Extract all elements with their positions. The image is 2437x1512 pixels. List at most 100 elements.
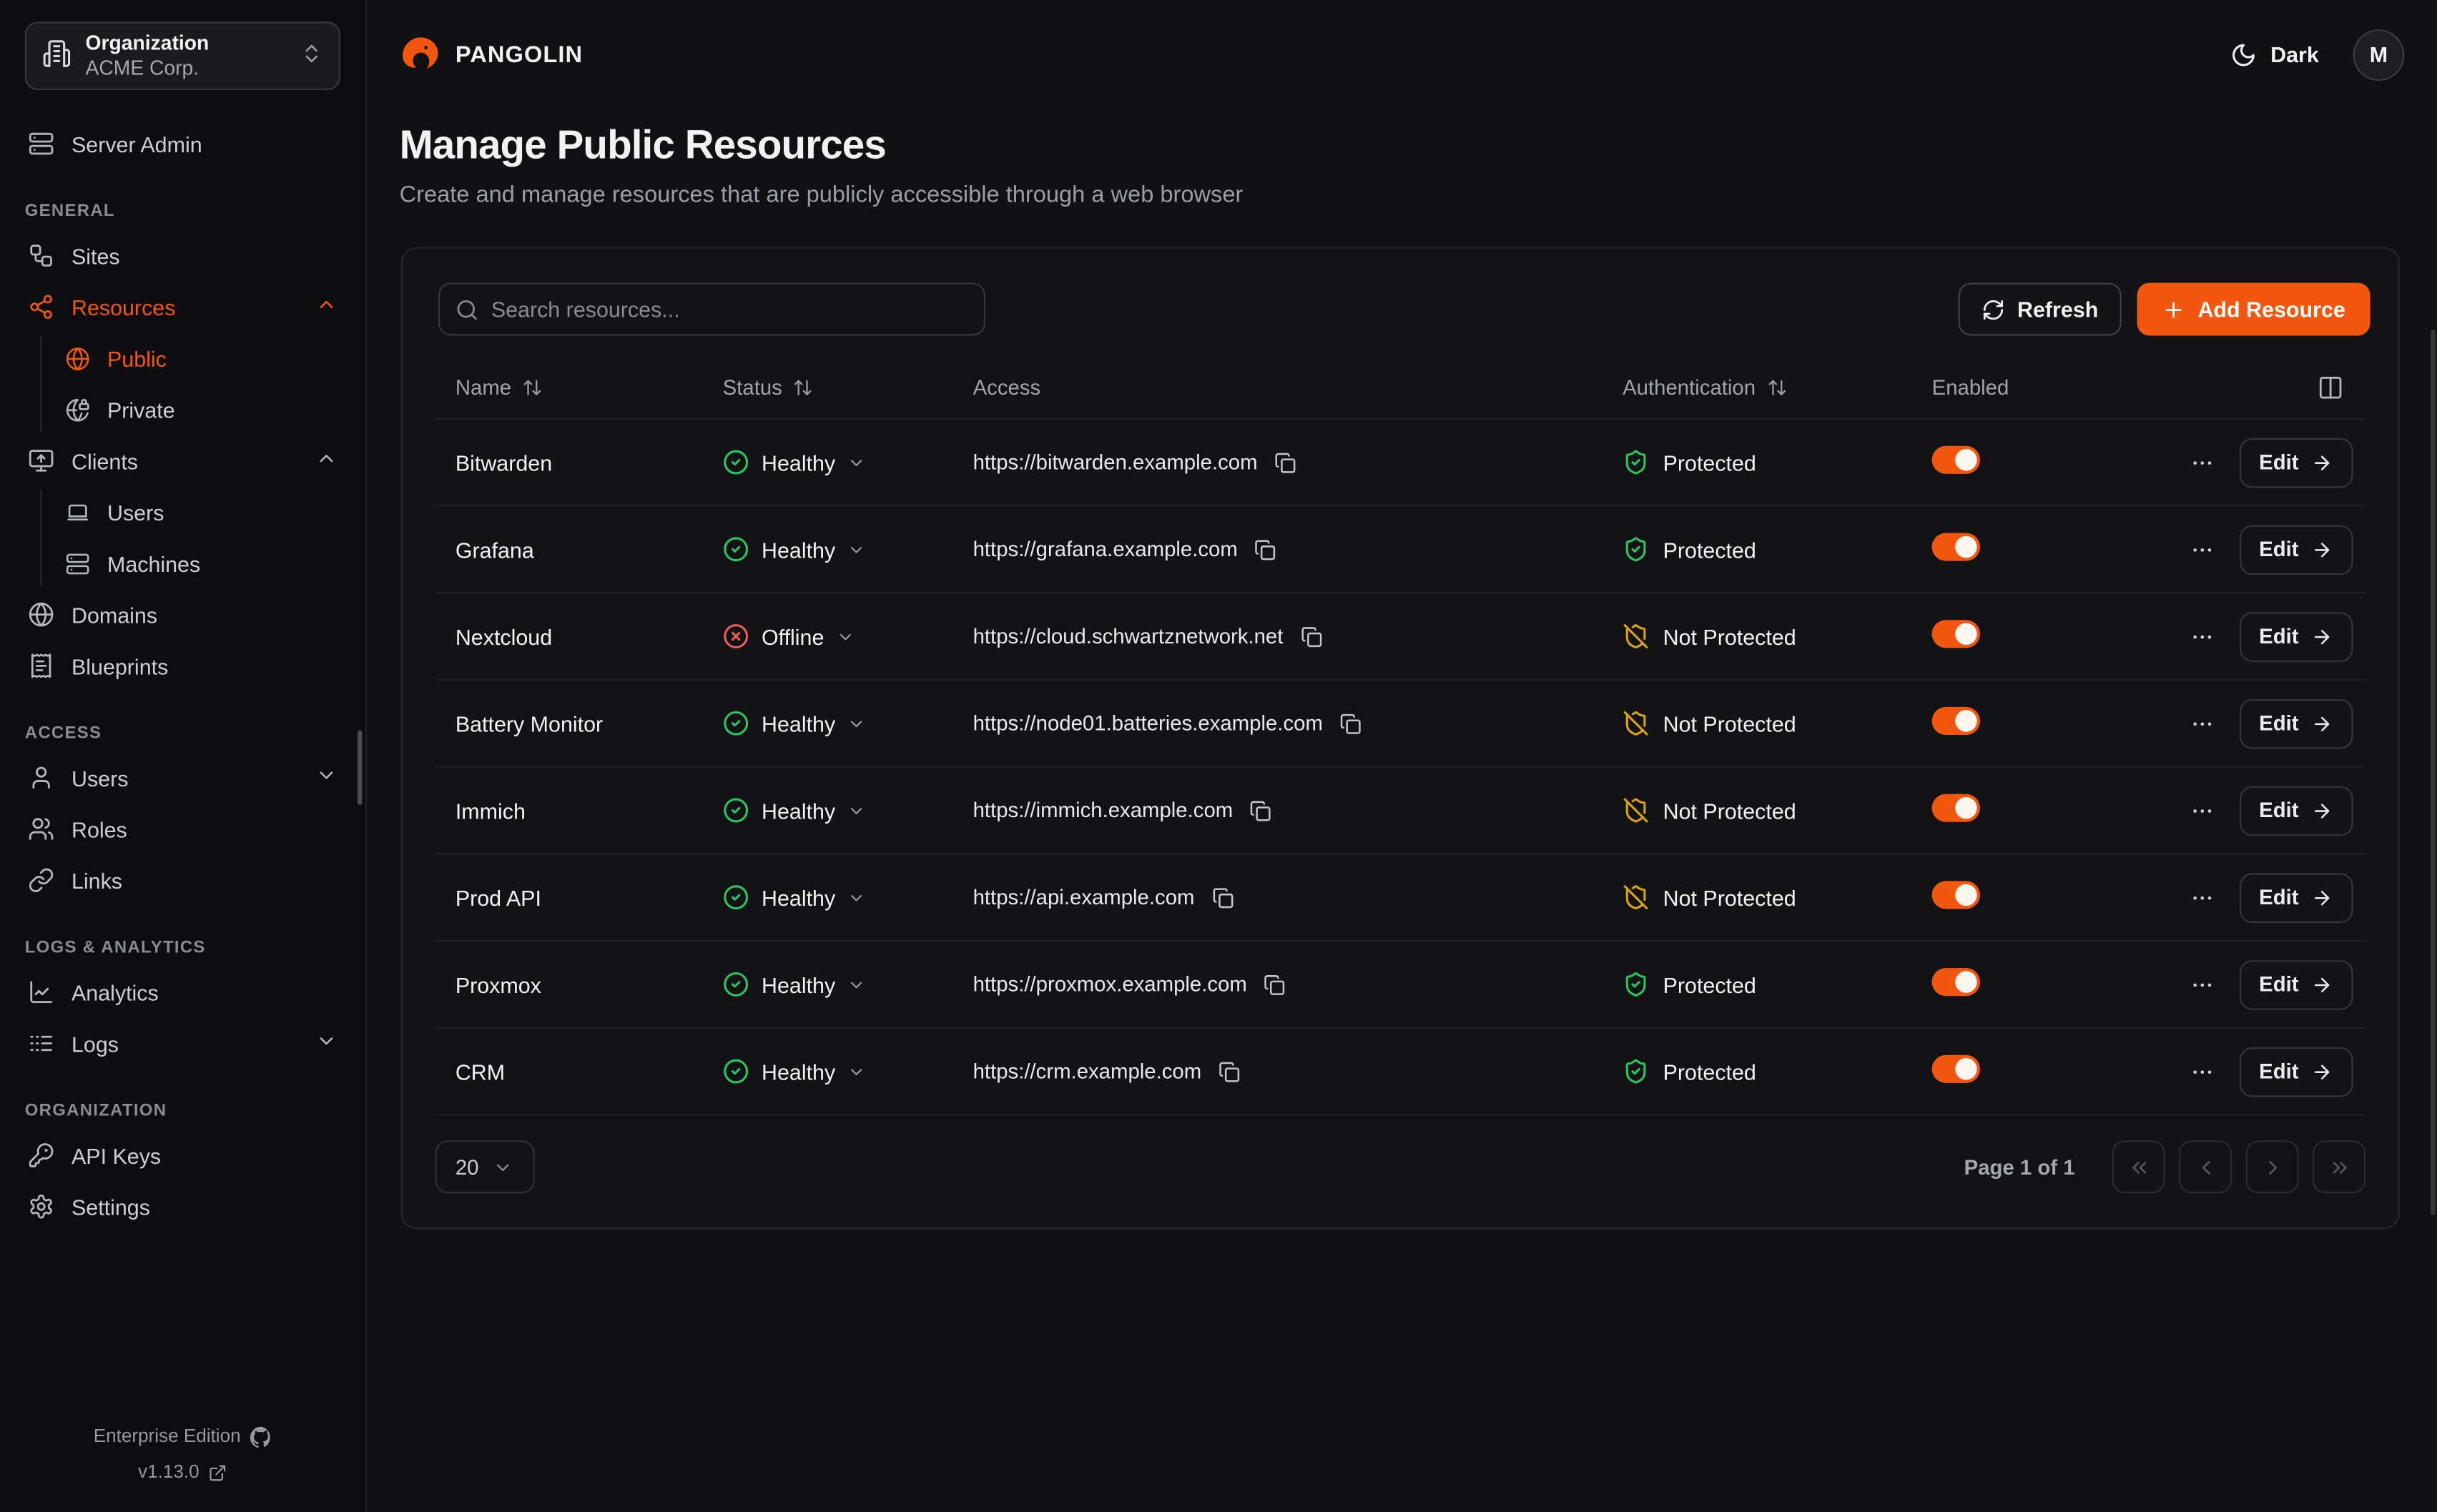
- status-label: Healthy: [762, 885, 835, 910]
- edit-button[interactable]: Edit: [2239, 872, 2353, 922]
- main-content: PANGOLIN Dark M Manage Public Resources …: [367, 0, 2437, 1512]
- refresh-label: Refresh: [2017, 297, 2098, 322]
- resource-url: https://immich.example.com: [973, 799, 1234, 822]
- edit-button[interactable]: Edit: [2239, 525, 2353, 575]
- org-selector[interactable]: Organization ACME Corp.: [25, 21, 340, 90]
- row-menu-button[interactable]: [2189, 1059, 2214, 1084]
- sidebar-item-settings[interactable]: Settings: [25, 1181, 340, 1232]
- edit-button[interactable]: Edit: [2239, 959, 2353, 1009]
- column-header-status[interactable]: Status: [723, 376, 973, 400]
- enabled-toggle[interactable]: [1932, 1055, 1980, 1083]
- last-page-button[interactable]: [2313, 1140, 2365, 1193]
- row-menu-button[interactable]: [2189, 885, 2214, 910]
- sidebar-item-api-keys[interactable]: API Keys: [25, 1130, 340, 1181]
- sidebar-item-resources[interactable]: Resources: [25, 281, 340, 332]
- authentication-status: Protected: [1623, 536, 1932, 563]
- enabled-toggle[interactable]: [1932, 533, 1980, 560]
- sidebar-item-analytics[interactable]: Analytics: [25, 967, 340, 1018]
- sidebar-footer: Enterprise Edition v1.13.0: [25, 1418, 340, 1496]
- arrow-right-icon: [2311, 538, 2333, 560]
- sidebar-item-public[interactable]: Public: [62, 332, 340, 384]
- column-header-authentication[interactable]: Authentication: [1623, 376, 1932, 400]
- copy-url-button[interactable]: [1274, 451, 1296, 473]
- edition-link[interactable]: Enterprise Edition: [25, 1418, 340, 1454]
- gear-icon: [28, 1193, 54, 1220]
- avatar[interactable]: M: [2353, 29, 2405, 80]
- next-page-button[interactable]: [2246, 1140, 2299, 1193]
- version-link[interactable]: v1.13.0: [25, 1454, 340, 1490]
- sidebar-item-sites[interactable]: Sites: [25, 230, 340, 282]
- edit-label: Edit: [2259, 625, 2298, 648]
- search-input[interactable]: [491, 297, 968, 322]
- status-dropdown[interactable]: Healthy: [723, 449, 973, 475]
- sidebar-item-logs[interactable]: Logs: [25, 1018, 340, 1069]
- user-icon: [28, 764, 54, 791]
- status-dropdown[interactable]: Healthy: [723, 536, 973, 563]
- sidebar-item-clients[interactable]: Clients: [25, 435, 340, 487]
- column-visibility-button[interactable]: [2318, 375, 2344, 401]
- row-menu-button[interactable]: [2189, 798, 2214, 823]
- edit-button[interactable]: Edit: [2239, 786, 2353, 836]
- edit-button[interactable]: Edit: [2239, 438, 2353, 488]
- status-dropdown[interactable]: Healthy: [723, 710, 973, 736]
- brand[interactable]: PANGOLIN: [400, 34, 584, 76]
- table-row: Proxmox Healthy https://proxmox.example.…: [435, 942, 2365, 1029]
- copy-url-button[interactable]: [1250, 799, 1271, 821]
- edit-button[interactable]: Edit: [2239, 698, 2353, 748]
- page-size-select[interactable]: 20: [435, 1140, 535, 1193]
- sidebar-item-domains[interactable]: Domains: [25, 589, 340, 641]
- status-dropdown[interactable]: Healthy: [723, 797, 973, 824]
- shield-off-icon: [1623, 710, 1649, 736]
- row-menu-button[interactable]: [2189, 972, 2214, 997]
- row-menu-button[interactable]: [2189, 711, 2214, 736]
- arrow-right-icon: [2311, 451, 2333, 473]
- edit-button[interactable]: Edit: [2239, 611, 2353, 661]
- sidebar-item-label: Sites: [72, 243, 338, 268]
- resources-card: Refresh Add Resource Name Status: [401, 247, 2400, 1230]
- add-resource-button[interactable]: Add Resource: [2137, 283, 2370, 336]
- sidebar-item-users[interactable]: Users: [25, 752, 340, 804]
- enabled-toggle[interactable]: [1932, 620, 1980, 648]
- enabled-toggle[interactable]: [1932, 881, 1980, 909]
- receipt-icon: [28, 653, 54, 679]
- row-menu-button[interactable]: [2189, 624, 2214, 649]
- sidebar-item-private[interactable]: Private: [62, 384, 340, 435]
- copy-url-button[interactable]: [1211, 886, 1233, 908]
- page-subtitle: Create and manage resources that are pub…: [400, 182, 2405, 208]
- org-value: ACME Corp.: [86, 56, 286, 81]
- row-menu-button[interactable]: [2189, 537, 2214, 562]
- refresh-button[interactable]: Refresh: [1958, 283, 2122, 336]
- sidebar-scrollbar-thumb[interactable]: [358, 731, 363, 805]
- copy-url-button[interactable]: [1300, 626, 1321, 647]
- sidebar-item-server-admin[interactable]: Server Admin: [25, 118, 340, 169]
- sidebar-item-links[interactable]: Links: [25, 854, 340, 906]
- copy-url-button[interactable]: [1255, 538, 1276, 560]
- authentication-label: Protected: [1663, 537, 1756, 562]
- sidebar-item-roles[interactable]: Roles: [25, 804, 340, 855]
- brand-name: PANGOLIN: [456, 41, 583, 68]
- column-header-name[interactable]: Name: [456, 376, 723, 400]
- copy-url-button[interactable]: [1264, 974, 1286, 995]
- status-dropdown[interactable]: Healthy: [723, 971, 973, 997]
- copy-url-button[interactable]: [1340, 713, 1362, 734]
- enabled-toggle[interactable]: [1932, 968, 1980, 996]
- main-scrollbar-thumb[interactable]: [2431, 330, 2436, 1215]
- enabled-toggle[interactable]: [1932, 446, 1980, 474]
- theme-toggle-button[interactable]: Dark: [2230, 41, 2319, 68]
- circle-check-icon: [723, 884, 749, 911]
- enabled-toggle[interactable]: [1932, 707, 1980, 735]
- sidebar-item-client-users[interactable]: Users: [62, 486, 340, 538]
- status-dropdown[interactable]: Healthy: [723, 1058, 973, 1084]
- enabled-toggle[interactable]: [1932, 794, 1980, 822]
- previous-page-button[interactable]: [2179, 1140, 2232, 1193]
- copy-url-button[interactable]: [1218, 1060, 1240, 1082]
- arrow-right-icon: [2311, 626, 2333, 647]
- status-dropdown[interactable]: Healthy: [723, 884, 973, 911]
- row-menu-button[interactable]: [2189, 450, 2214, 475]
- sidebar-item-machines[interactable]: Machines: [62, 538, 340, 589]
- status-dropdown[interactable]: Offline: [723, 623, 973, 650]
- edit-button[interactable]: Edit: [2239, 1047, 2353, 1097]
- server-icon: [65, 550, 90, 575]
- sidebar-item-blueprints[interactable]: Blueprints: [25, 640, 340, 691]
- first-page-button[interactable]: [2112, 1140, 2165, 1193]
